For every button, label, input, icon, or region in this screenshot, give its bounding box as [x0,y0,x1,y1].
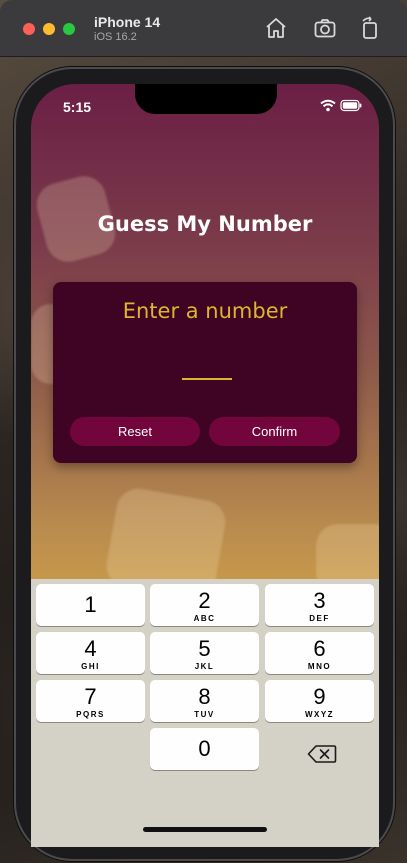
battery-icon [340,99,362,112]
zoom-window-button[interactable] [63,23,75,35]
guess-input-card: Enter a number Reset Confirm [53,282,357,463]
screenshot-camera-icon[interactable] [313,16,337,40]
numeric-keypad: 1 2 ABC 3 DEF 4 GHI 5 JKL 6 MNO 7 PQRS 8… [31,579,379,847]
key-digit: 4 [84,636,97,661]
number-input[interactable] [182,354,232,380]
key-digit: 3 [313,588,326,613]
key-digit: 6 [313,636,326,661]
delete-backward-icon[interactable] [307,744,337,764]
key-letters: WXYZ [304,710,335,719]
keypad-key-1[interactable]: 1 [36,584,145,626]
keypad-key-5[interactable]: 5 JKL [150,632,259,674]
confirm-button[interactable]: Confirm [209,417,340,446]
page-title: Guess My Number [97,212,313,236]
close-window-button[interactable] [23,23,35,35]
key-letters: TUV [194,710,215,719]
key-letters: JKL [194,662,215,671]
status-time: 5:15 [63,99,92,115]
keypad-key-7[interactable]: 7 PQRS [36,680,145,722]
key-digit: 7 [84,684,97,709]
keypad-key-8[interactable]: 8 TUV [150,680,259,722]
keypad-key-6[interactable]: 6 MNO [265,632,374,674]
key-letters: ABC [193,614,216,623]
key-digit: 8 [198,684,211,709]
dynamic-notch [135,84,277,114]
keypad-key-0[interactable]: 0 [150,728,259,770]
device-os-version: iOS 16.2 [94,31,137,43]
key-letters: GHI [81,662,100,671]
key-letters: MNO [307,662,332,671]
reset-button[interactable]: Reset [70,417,200,446]
keypad-key-4[interactable]: 4 GHI [36,632,145,674]
wifi-icon [320,99,336,112]
card-prompt: Enter a number [122,299,288,323]
keypad-key-9[interactable]: 9 WXYZ [265,680,374,722]
simulator-titlebar: iPhone 14 iOS 16.2 [0,0,407,56]
home-indicator[interactable] [143,827,267,832]
key-letters: PQRS [76,710,105,719]
key-digit: 0 [198,736,211,761]
key-digit: 2 [198,588,211,613]
device-name: iPhone 14 [94,14,161,30]
keypad-key-2[interactable]: 2 ABC [150,584,259,626]
status-icons [320,99,362,112]
home-icon[interactable] [264,16,288,40]
rotate-device-icon[interactable] [358,16,382,40]
key-digit: 9 [313,684,326,709]
key-letters: DEF [309,614,330,623]
key-digit: 1 [84,592,97,617]
key-digit: 5 [198,636,211,661]
keypad-key-3[interactable]: 3 DEF [265,584,374,626]
minimize-window-button[interactable] [43,23,55,35]
